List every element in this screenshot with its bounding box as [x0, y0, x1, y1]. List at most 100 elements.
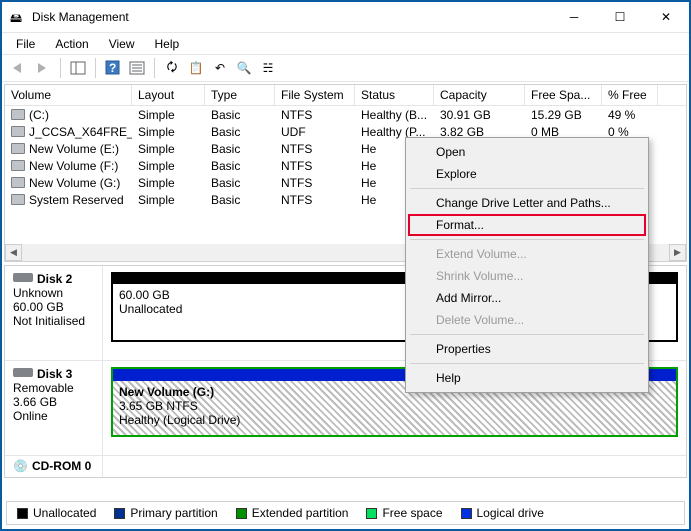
refresh-button[interactable]: 🗘: [161, 57, 183, 79]
legend: Unallocated Primary partition Extended p…: [6, 501, 685, 525]
cell-fs: UDF: [275, 125, 355, 139]
disk3-size: 3.66 GB: [13, 395, 94, 409]
cell-layout: Simple: [132, 142, 205, 156]
cell-free: 15.29 GB: [525, 108, 602, 122]
titlebar: 🖴 Disk Management ─ ☐ ✕: [2, 2, 689, 33]
ctx-properties[interactable]: Properties: [408, 338, 646, 360]
cell-fs: NTFS: [275, 193, 355, 207]
cell-type: Basic: [205, 108, 275, 122]
drive-icon: [11, 109, 25, 120]
cell-type: Basic: [205, 159, 275, 173]
ctx-change-letter[interactable]: Change Drive Letter and Paths...: [408, 192, 646, 214]
cell-vol: New Volume (F:): [5, 159, 132, 173]
ctx-open[interactable]: Open: [408, 141, 646, 163]
action-list-button[interactable]: [126, 57, 148, 79]
legend-sw-logical: [461, 508, 472, 519]
drive-icon: [11, 143, 25, 154]
back-button[interactable]: [8, 57, 30, 79]
legend-free: Free space: [382, 506, 442, 520]
menu-help[interactable]: Help: [147, 35, 188, 53]
cell-type: Basic: [205, 176, 275, 190]
ctx-extend: Extend Volume...: [408, 243, 646, 265]
cell-fs: NTFS: [275, 142, 355, 156]
drive-icon: [11, 160, 25, 171]
cell-layout: Simple: [132, 159, 205, 173]
cell-type: Basic: [205, 125, 275, 139]
legend-primary: Primary partition: [130, 506, 217, 520]
cell-layout: Simple: [132, 125, 205, 139]
ctx-delete: Delete Volume...: [408, 309, 646, 331]
legend-sw-unalloc: [17, 508, 28, 519]
table-row[interactable]: (C:)SimpleBasicNTFSHealthy (B...30.91 GB…: [5, 106, 686, 123]
disk3-vol-status: Healthy (Logical Drive): [119, 413, 670, 427]
legend-extended: Extended partition: [252, 506, 349, 520]
disk3-vol-detail: 3.65 GB NTFS: [119, 399, 670, 413]
cell-vol: (C:): [5, 108, 132, 122]
disk2-state: Not Initialised: [13, 314, 94, 328]
col-capacity[interactable]: Capacity: [434, 85, 525, 105]
cell-type: Basic: [205, 193, 275, 207]
col-free[interactable]: Free Spa...: [525, 85, 602, 105]
ctx-help[interactable]: Help: [408, 367, 646, 389]
svg-text:?: ?: [109, 61, 116, 75]
col-pct[interactable]: % Free: [602, 85, 658, 105]
col-fs[interactable]: File System: [275, 85, 355, 105]
window-title: Disk Management: [32, 10, 551, 24]
ctx-format[interactable]: Format...: [408, 214, 646, 236]
undo-button[interactable]: ↶: [209, 57, 231, 79]
maximize-button[interactable]: ☐: [597, 2, 643, 33]
col-volume[interactable]: Volume: [5, 85, 132, 105]
col-status[interactable]: Status: [355, 85, 434, 105]
forward-button[interactable]: [32, 57, 54, 79]
disk-icon: [13, 368, 33, 377]
col-layout[interactable]: Layout: [132, 85, 205, 105]
menu-file[interactable]: File: [8, 35, 43, 53]
close-button[interactable]: ✕: [643, 2, 689, 33]
drive-icon: [11, 177, 25, 188]
cell-vol: J_CCSA_X64FRE_E...: [5, 125, 132, 139]
legend-logical: Logical drive: [477, 506, 544, 520]
cell-status: Healthy (B...: [355, 108, 434, 122]
ctx-shrink: Shrink Volume...: [408, 265, 646, 287]
cell-fs: NTFS: [275, 159, 355, 173]
ctx-explore[interactable]: Explore: [408, 163, 646, 185]
cell-fs: NTFS: [275, 108, 355, 122]
disk2-kind: Unknown: [13, 286, 94, 300]
drive-icon: [11, 126, 25, 137]
volume-list-header: Volume Layout Type File System Status Ca…: [5, 85, 686, 106]
disk2-name: Disk 2: [37, 272, 72, 286]
cell-layout: Simple: [132, 176, 205, 190]
cell-layout: Simple: [132, 108, 205, 122]
menubar: File Action View Help: [2, 33, 689, 54]
app-icon: 🖴: [10, 9, 26, 25]
disk3-kind: Removable: [13, 381, 94, 395]
scroll-right-button[interactable]: ▶: [669, 244, 686, 261]
cell-vol: System Reserved: [5, 193, 132, 207]
disk-row-cdrom: 💿CD-ROM 0: [5, 456, 686, 478]
cell-pct: 49 %: [602, 108, 658, 122]
cell-fs: NTFS: [275, 176, 355, 190]
disk3-name: Disk 3: [37, 367, 72, 381]
legend-unalloc: Unallocated: [33, 506, 96, 520]
col-type[interactable]: Type: [205, 85, 275, 105]
legend-sw-extended: [236, 508, 247, 519]
menu-action[interactable]: Action: [47, 35, 96, 53]
scroll-left-button[interactable]: ◀: [5, 244, 22, 261]
legend-sw-free: [366, 508, 377, 519]
settings-1-button[interactable]: 🔍: [233, 57, 255, 79]
context-menu: Open Explore Change Drive Letter and Pat…: [405, 137, 649, 393]
disk3-state: Online: [13, 409, 94, 423]
ctx-mirror[interactable]: Add Mirror...: [408, 287, 646, 309]
disk2-size: 60.00 GB: [13, 300, 94, 314]
settings-2-button[interactable]: ☵: [257, 57, 279, 79]
minimize-button[interactable]: ─: [551, 2, 597, 33]
menu-view[interactable]: View: [101, 35, 143, 53]
drive-icon: [11, 194, 25, 205]
help-button[interactable]: ?: [102, 57, 124, 79]
show-hide-tree-button[interactable]: [67, 57, 89, 79]
cell-vol: New Volume (G:): [5, 176, 132, 190]
rescan-button[interactable]: 📋: [185, 57, 207, 79]
toolbar: ? 🗘 📋 ↶ 🔍 ☵: [2, 54, 689, 82]
cell-layout: Simple: [132, 193, 205, 207]
cell-cap: 30.91 GB: [434, 108, 525, 122]
